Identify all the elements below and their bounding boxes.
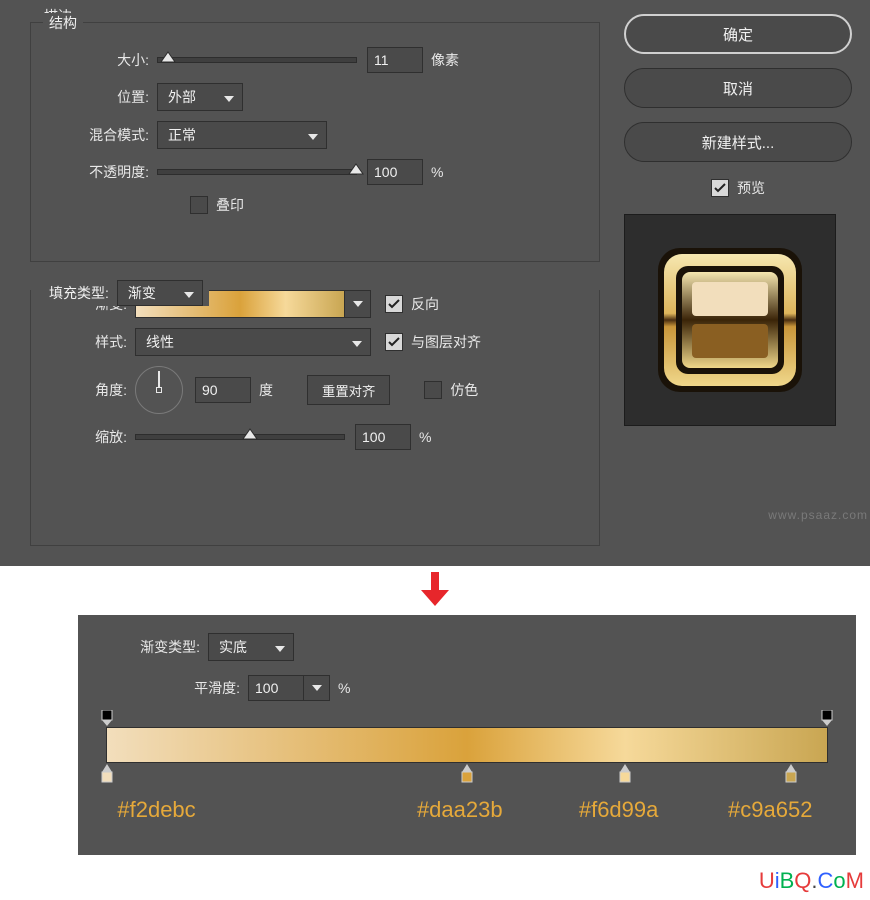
gradient-type-label: 渐变类型: — [98, 637, 208, 657]
style-label: 样式: — [45, 332, 135, 352]
structure-legend: 结构 — [43, 13, 83, 33]
dialog-buttons-column: 确定 取消 新建样式... 预览 — [624, 14, 852, 426]
fill-type-select[interactable]: 渐变 — [117, 280, 203, 306]
chevron-down-icon — [312, 685, 322, 691]
smoothness-stepper[interactable] — [304, 675, 330, 701]
smoothness-unit: % — [338, 680, 350, 696]
gradient-type-value: 实底 — [219, 637, 247, 657]
size-unit: 像素 — [431, 50, 459, 70]
scale-slider[interactable] — [135, 434, 345, 440]
smoothness-label: 平滑度: — [98, 678, 248, 698]
opacity-input[interactable] — [367, 159, 423, 185]
overprint-checkbox[interactable] — [190, 196, 208, 214]
smoothness-input[interactable] — [248, 675, 304, 701]
opacity-slider[interactable] — [157, 169, 357, 175]
opacity-unit: % — [431, 164, 443, 180]
position-label: 位置: — [45, 87, 157, 107]
scale-row: 缩放: % — [45, 424, 585, 450]
align-label: 与图层对齐 — [411, 332, 481, 352]
angle-unit: 度 — [259, 380, 273, 400]
reverse-checkbox[interactable] — [385, 295, 403, 313]
opacity-slider-thumb[interactable] — [347, 162, 365, 180]
color-stop[interactable] — [784, 764, 798, 784]
hex-labels: #f2debc #daa23b #f6d99a #c9a652 — [106, 797, 828, 831]
align-checkbox[interactable] — [385, 333, 403, 351]
gradient-bar[interactable] — [106, 727, 828, 763]
chevron-down-icon — [275, 639, 285, 655]
preview-toggle-row: 预览 — [624, 178, 852, 198]
watermark: www.psaaz.com — [768, 508, 868, 522]
chevron-down-icon — [352, 334, 362, 350]
hex-label: #f2debc — [117, 797, 195, 823]
gradient-editor-panel: 渐变类型: 实底 平滑度: % #f2de — [78, 615, 856, 855]
dither-checkbox[interactable] — [424, 381, 442, 399]
hex-label: #f6d99a — [579, 797, 659, 823]
site-brand: UiBQ.CoM — [759, 868, 864, 894]
size-label: 大小: — [45, 50, 157, 70]
fill-type-value: 渐变 — [128, 283, 156, 303]
smoothness-row: 平滑度: % — [98, 675, 836, 701]
blend-row: 混合模式: 正常 — [45, 121, 585, 149]
size-slider[interactable] — [157, 57, 357, 63]
fill-type-legend: 填充类型: 渐变 — [43, 280, 209, 306]
preview-label: 预览 — [737, 178, 765, 198]
fill-type-group: 填充类型: 渐变 渐变: 反向 样式: 线性 与图层对齐 — [30, 290, 600, 546]
blend-value: 正常 — [168, 125, 196, 145]
layer-style-stroke-panel: 描边 结构 大小: 像素 位置: 外部 混合模式: 正常 — [0, 0, 870, 566]
overprint-row: 叠印 — [190, 195, 585, 215]
color-stop[interactable] — [460, 764, 474, 784]
gradient-dropdown-button[interactable] — [345, 290, 371, 318]
chevron-down-icon — [308, 127, 318, 143]
scale-slider-thumb[interactable] — [241, 427, 259, 445]
opacity-label: 不透明度: — [45, 162, 157, 182]
ok-button[interactable]: 确定 — [624, 14, 852, 54]
angle-wheel[interactable] — [135, 366, 183, 414]
chevron-down-icon — [184, 285, 194, 301]
size-row: 大小: 像素 — [45, 47, 585, 73]
preview-checkbox[interactable] — [711, 179, 729, 197]
hex-label: #c9a652 — [728, 797, 812, 823]
chevron-down-icon — [353, 301, 363, 307]
chevron-down-icon — [224, 89, 234, 105]
arrow-down-icon — [0, 572, 870, 611]
scale-unit: % — [419, 429, 431, 445]
gradient-type-select[interactable]: 实底 — [208, 633, 294, 661]
angle-row: 角度: 度 重置对齐 仿色 — [45, 366, 585, 414]
style-select[interactable]: 线性 — [135, 328, 371, 356]
overprint-label: 叠印 — [216, 195, 244, 215]
angle-input[interactable] — [195, 377, 251, 403]
style-preview — [624, 214, 836, 426]
color-stop[interactable] — [618, 764, 632, 784]
opacity-stop[interactable] — [100, 710, 114, 726]
structure-group: 结构 大小: 像素 位置: 外部 混合模式: 正常 — [30, 22, 600, 262]
reset-align-button[interactable]: 重置对齐 — [307, 375, 390, 405]
fill-type-label: 填充类型: — [49, 283, 109, 303]
size-input[interactable] — [367, 47, 423, 73]
opacity-stop[interactable] — [820, 710, 834, 726]
position-select[interactable]: 外部 — [157, 83, 243, 111]
new-style-button[interactable]: 新建样式... — [624, 122, 852, 162]
preview-icon — [650, 240, 810, 400]
scale-input[interactable] — [355, 424, 411, 450]
reverse-label: 反向 — [411, 294, 439, 314]
blend-label: 混合模式: — [45, 125, 157, 145]
opacity-row: 不透明度: % — [45, 159, 585, 185]
cancel-button[interactable]: 取消 — [624, 68, 852, 108]
blend-select[interactable]: 正常 — [157, 121, 327, 149]
color-stop[interactable] — [100, 764, 114, 784]
size-slider-thumb[interactable] — [159, 50, 177, 68]
scale-label: 缩放: — [45, 427, 135, 447]
gradient-type-row: 渐变类型: 实底 — [98, 633, 836, 661]
dither-label: 仿色 — [450, 380, 478, 400]
hex-label: #daa23b — [417, 797, 503, 823]
angle-label: 角度: — [45, 380, 135, 400]
position-row: 位置: 外部 — [45, 83, 585, 111]
style-row: 样式: 线性 与图层对齐 — [45, 328, 585, 356]
position-value: 外部 — [168, 87, 196, 107]
style-value: 线性 — [146, 332, 174, 352]
